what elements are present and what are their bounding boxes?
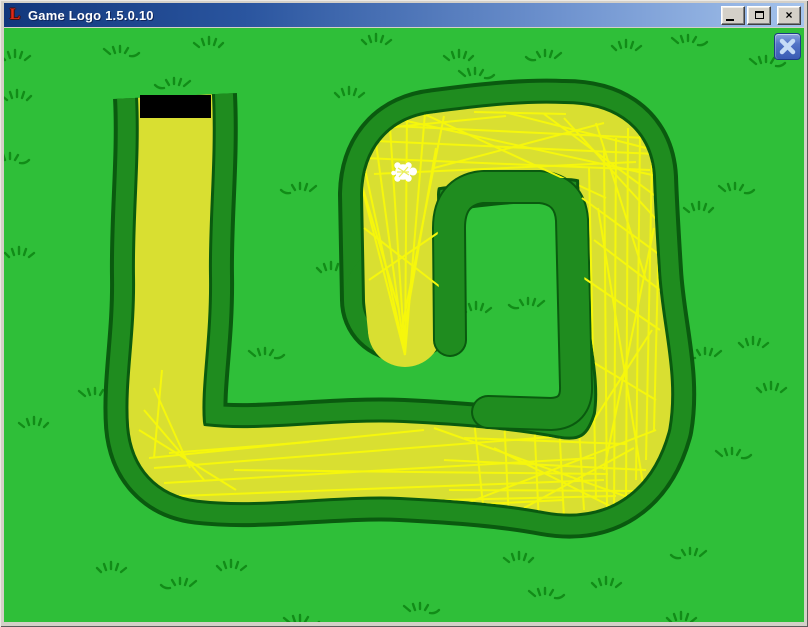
close-icon: × — [785, 8, 792, 23]
close-x-icon — [775, 34, 800, 59]
title-bar[interactable]: L Game Logo 1.5.0.10 × — [4, 3, 804, 27]
start-line — [140, 95, 211, 118]
maximize-button[interactable] — [747, 6, 771, 25]
game-canvas[interactable] — [4, 28, 804, 622]
close-button[interactable]: × — [777, 6, 801, 25]
maximize-icon — [755, 11, 764, 19]
form-close-button[interactable] — [774, 33, 801, 60]
app-window: L Game Logo 1.5.0.10 × — [0, 0, 808, 627]
game-area — [4, 28, 804, 622]
window-title: Game Logo 1.5.0.10 — [28, 8, 719, 23]
minimize-button[interactable] — [721, 6, 745, 25]
minimize-icon — [726, 19, 734, 21]
app-icon[interactable]: L — [7, 7, 23, 23]
